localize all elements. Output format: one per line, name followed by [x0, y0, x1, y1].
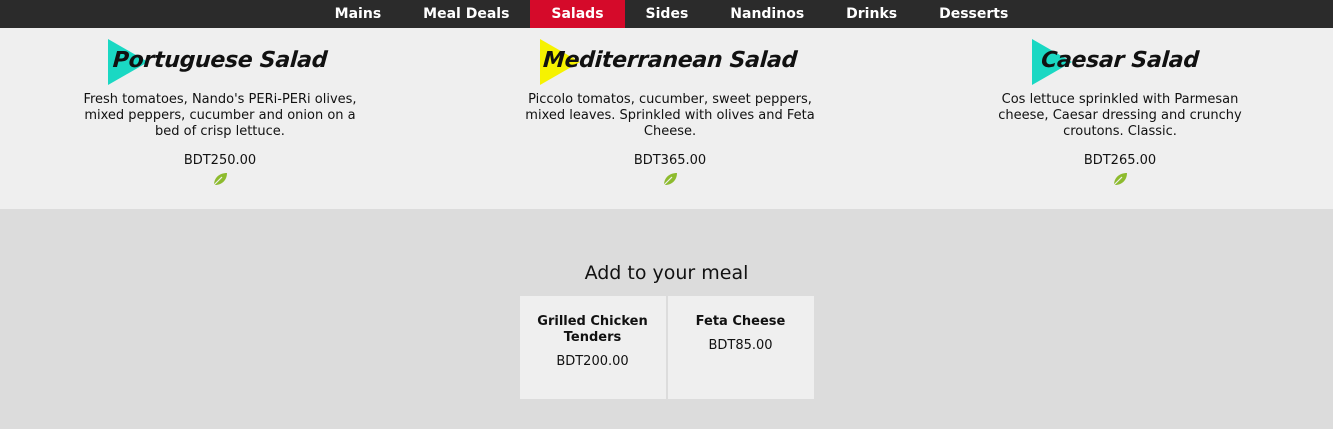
- addon-name: Feta Cheese: [695, 314, 786, 329]
- nav-item-salads[interactable]: Salads: [530, 0, 625, 28]
- product-price: BDT365.00: [633, 153, 707, 168]
- leaf-icon: [663, 173, 677, 186]
- product-title-wrap: Caesar Salad: [970, 28, 1270, 90]
- product-title: Portuguese Salad: [112, 48, 329, 73]
- addon-card-grilled-chicken-tenders[interactable]: Grilled Chicken Tenders BDT200.00: [519, 296, 666, 399]
- product-card-caesar-salad[interactable]: Caesar Salad Cos lettuce sprinkled with …: [970, 28, 1270, 209]
- section-heading: Add to your meal: [584, 262, 749, 284]
- addon-card-feta-cheese[interactable]: Feta Cheese BDT85.00: [667, 296, 814, 399]
- product-title: Caesar Salad: [1040, 48, 1200, 73]
- product-price: BDT250.00: [183, 153, 257, 168]
- nav-item-sides[interactable]: Sides: [625, 0, 710, 28]
- leaf-icon: [1113, 173, 1127, 186]
- product-card-portuguese-salad[interactable]: Portuguese Salad Fresh tomatoes, Nando's…: [70, 28, 370, 209]
- nav-item-nandinos[interactable]: Nandinos: [709, 0, 825, 28]
- salad-product-list: Portuguese Salad Fresh tomatoes, Nando's…: [0, 28, 1333, 209]
- product-description: Cos lettuce sprinkled with Parmesan chee…: [998, 92, 1242, 139]
- nav-item-meal-deals[interactable]: Meal Deals: [402, 0, 530, 28]
- addon-list: Grilled Chicken Tenders BDT200.00 Feta C…: [0, 296, 1333, 399]
- product-title-wrap: Portuguese Salad: [70, 28, 370, 90]
- product-description: Fresh tomatoes, Nando's PERi-PERi olives…: [83, 92, 357, 139]
- addon-price: BDT85.00: [708, 338, 773, 353]
- product-card-mediterranean-salad[interactable]: Mediterranean Salad Piccolo tomatos, cuc…: [520, 28, 820, 209]
- addon-name: Grilled Chicken Tenders: [537, 314, 648, 345]
- nav-item-desserts[interactable]: Desserts: [918, 0, 1029, 28]
- category-nav: Mains Meal Deals Salads Sides Nandinos D…: [0, 0, 1333, 28]
- nav-item-mains[interactable]: Mains: [314, 0, 402, 28]
- product-title-wrap: Mediterranean Salad: [520, 28, 820, 90]
- add-to-meal-section: Add to your meal Grilled Chicken Tenders…: [0, 209, 1333, 399]
- leaf-icon: [213, 173, 227, 186]
- product-description: Piccolo tomatos, cucumber, sweet peppers…: [525, 92, 815, 139]
- nav-item-drinks[interactable]: Drinks: [825, 0, 918, 28]
- product-price: BDT265.00: [1083, 153, 1157, 168]
- addon-price: BDT200.00: [556, 354, 629, 369]
- product-title: Mediterranean Salad: [542, 48, 798, 73]
